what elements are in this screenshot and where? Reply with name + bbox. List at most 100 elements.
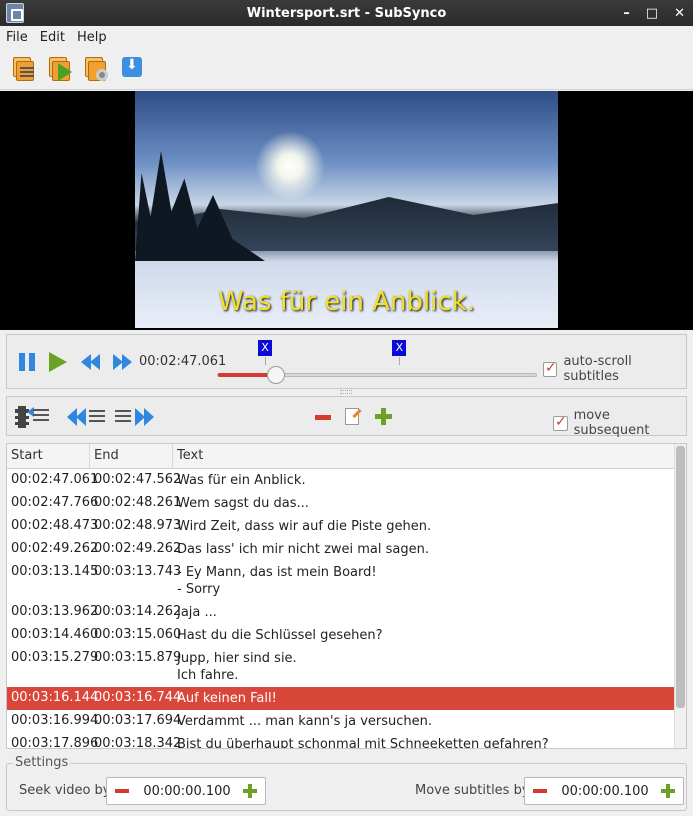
cell-end: 00:02:48.261 — [94, 495, 182, 510]
shift-left-icon[interactable] — [67, 407, 107, 427]
video-player[interactable]: Was für ein Anblick. — [0, 91, 693, 330]
cell-text: Bist du überhaupt schonmal mit Schneeket… — [177, 737, 549, 749]
move-subtitles-stepper[interactable]: 00:00:00.100 — [524, 777, 684, 805]
table-scrollbar[interactable] — [674, 444, 686, 748]
cell-start: 00:03:15.279 — [11, 650, 99, 665]
menu-bar: File Edit Help — [0, 26, 693, 48]
settings-legend: Settings — [13, 755, 71, 770]
cell-start: 00:02:47.766 — [11, 495, 99, 510]
cell-start: 00:02:47.061 — [11, 472, 99, 487]
cell-end: 00:03:17.694 — [94, 713, 182, 728]
seek-slider[interactable] — [217, 366, 537, 384]
cell-text: - Ey Mann, das ist mein Board! - Sorry — [177, 565, 377, 597]
cell-text: Jaja ... — [177, 605, 217, 620]
cell-start: 00:02:49.262 — [11, 541, 99, 556]
open-video-icon[interactable] — [46, 55, 74, 83]
cell-text: Wird Zeit, dass wir auf die Piste gehen. — [177, 519, 432, 534]
close-button[interactable]: ✕ — [674, 6, 685, 21]
cell-end: 00:03:18.342 — [94, 736, 182, 749]
move-subsequent-label: move subsequent — [573, 408, 650, 438]
table-row[interactable]: 00:03:13.145 00:03:13.743- Ey Mann, das i… — [7, 561, 675, 601]
title-bar: Wintersport.srt - SubSynco – □ ✕ — [0, 0, 693, 26]
cell-text: Auf keinen Fall! — [177, 691, 277, 706]
settings-group: Settings Seek video by 00:00:00.100 Move… — [6, 755, 687, 811]
sync-marker[interactable]: X — [392, 340, 407, 356]
panel-splitter[interactable] — [340, 390, 352, 394]
play-icon[interactable] — [49, 352, 67, 372]
menu-edit[interactable]: Edit — [40, 30, 65, 45]
cell-end: 00:03:16.744 — [94, 690, 182, 705]
table-row[interactable]: 00:02:47.061 00:02:47.562 Was für ein Anbl… — [7, 469, 675, 492]
seek-increment-icon[interactable] — [243, 784, 257, 798]
seek-video-label: Seek video by — [19, 783, 111, 798]
table-body: 00:02:47.061 00:02:47.562 Was für ein Anbl… — [7, 469, 675, 749]
current-time: 00:02:47.061 — [139, 354, 227, 369]
cell-text: Verdammt ... man kann's ja versuchen. — [177, 714, 433, 729]
rewind-icon[interactable] — [81, 354, 101, 370]
cell-end: 00:03:13.743 — [94, 564, 182, 579]
toolbar — [0, 48, 693, 90]
table-row[interactable]: 00:03:16.144 00:03:16.744 Auf keinen Fall! — [7, 687, 675, 710]
table-row[interactable]: 00:03:14.460 00:03:15.060 Hast du die Schl… — [7, 624, 675, 647]
move-increment-icon[interactable] — [661, 784, 675, 798]
app-icon — [6, 3, 24, 23]
remove-subtitle-icon[interactable] — [315, 415, 331, 420]
cell-start: 00:03:13.962 — [11, 604, 99, 619]
menu-help[interactable]: Help — [77, 30, 107, 45]
table-row[interactable]: 00:03:13.962 00:03:14.262 Jaja ... — [7, 601, 675, 624]
window-title: Wintersport.srt - SubSynco — [246, 5, 447, 21]
subtitle-lines-icon — [33, 409, 49, 411]
move-decrement-icon[interactable] — [533, 789, 547, 793]
table-row[interactable]: 00:02:49.262 00:02:49.262 Das lass' ich mi… — [7, 538, 675, 561]
table-row[interactable]: 00:02:47.766 00:02:48.261 Wem sagst du das… — [7, 492, 675, 515]
download-icon[interactable] — [118, 55, 146, 83]
autoscroll-check-icon[interactable] — [543, 360, 558, 377]
open-subtitles-icon[interactable] — [10, 55, 38, 83]
scrollbar-thumb[interactable] — [676, 446, 685, 708]
column-start[interactable]: Start — [7, 444, 90, 469]
shift-right-icon[interactable] — [115, 407, 155, 427]
table-header: Start End Text — [7, 444, 675, 469]
cell-text: Wem sagst du das... — [177, 496, 309, 511]
menu-file[interactable]: File — [6, 30, 28, 45]
add-subtitle-icon[interactable] — [375, 408, 392, 425]
pause-icon[interactable] — [19, 353, 35, 371]
subtitle-table: Start End Text 00:02:47.061 00:02:47.562 W… — [6, 443, 687, 749]
cell-start: 00:03:16.994 — [11, 713, 99, 728]
minimize-button[interactable]: – — [623, 6, 630, 21]
autoscroll-label: auto-scroll subtitles — [563, 354, 632, 384]
edit-subtitle-icon[interactable] — [345, 408, 359, 425]
seek-decrement-icon[interactable] — [115, 789, 129, 793]
fast-forward-icon[interactable] — [113, 354, 133, 370]
cell-text: Das lass' ich mir nicht zwei mal sagen. — [177, 542, 429, 557]
seek-video-value[interactable]: 00:00:00.100 — [141, 784, 233, 799]
cell-end: 00:03:14.262 — [94, 604, 182, 619]
table-row[interactable]: 00:02:48.473 00:02:48.973 Wird Zeit, dass … — [7, 515, 675, 538]
autoscroll-checkbox[interactable]: auto-scroll subtitles — [543, 354, 686, 384]
cell-end: 00:02:49.262 — [94, 541, 182, 556]
seek-video-stepper[interactable]: 00:00:00.100 — [106, 777, 266, 805]
sync-marker-tick — [265, 357, 266, 365]
move-subsequent-check-icon[interactable] — [553, 414, 568, 431]
cell-end: 00:02:47.562 — [94, 472, 182, 487]
move-subtitles-value[interactable]: 00:00:00.100 — [559, 784, 651, 799]
cell-start: 00:03:16.144 — [11, 690, 99, 705]
sync-marker[interactable]: X — [258, 340, 272, 356]
cell-start: 00:03:14.460 — [11, 627, 99, 642]
table-row[interactable]: 00:03:15.279 00:03:15.879 Jupp, hier sind … — [7, 647, 675, 687]
subtitle-settings-icon[interactable] — [82, 55, 110, 83]
table-row[interactable]: 00:03:17.896 00:03:18.342 Bist du überhaup… — [7, 733, 675, 749]
sync-marker-tick — [399, 357, 401, 365]
column-text[interactable]: Text — [173, 444, 675, 469]
cell-start: 00:03:17.896 — [11, 736, 99, 749]
cell-end: 00:03:15.060 — [94, 627, 182, 642]
video-subtitle: Was für ein Anblick. — [217, 287, 476, 317]
column-end[interactable]: End — [90, 444, 173, 469]
cell-text: Was für ein Anblick. — [177, 473, 306, 488]
maximize-button[interactable]: □ — [646, 6, 658, 21]
table-row[interactable]: 00:03:16.994 00:03:17.694 Verdammt ... man… — [7, 710, 675, 733]
cell-start: 00:03:13.145 — [11, 564, 99, 579]
cell-text: Hast du die Schlüssel gesehen? — [177, 628, 383, 643]
move-subsequent-checkbox[interactable]: move subsequent — [553, 408, 686, 438]
seek-slider-handle[interactable] — [266, 366, 285, 384]
